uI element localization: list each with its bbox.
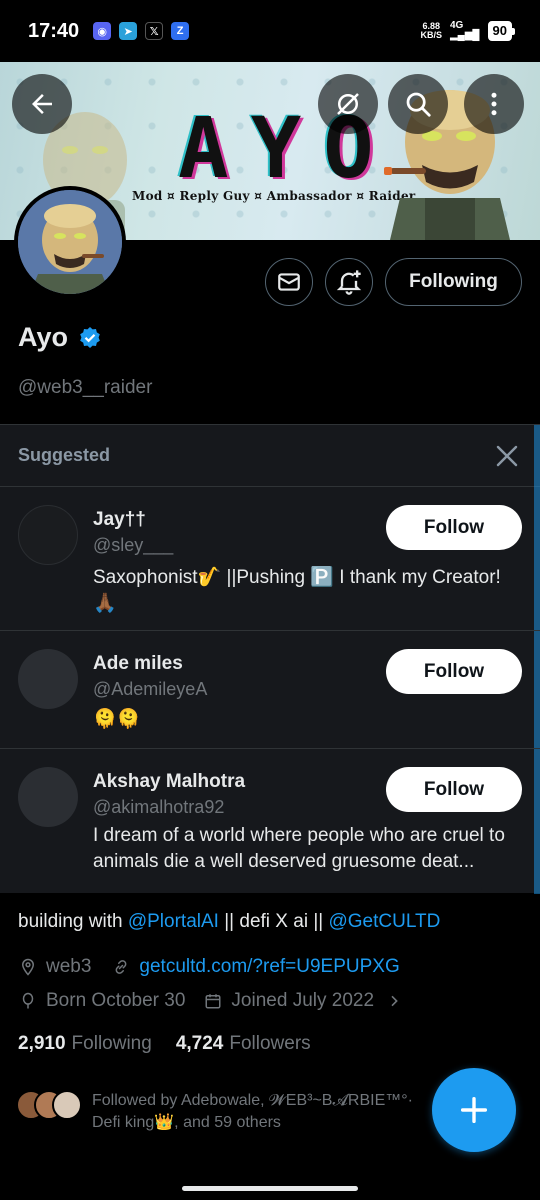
website-link[interactable]: getcultd.com/?ref=U9EPUPXG bbox=[139, 956, 399, 978]
zoom-icon: Z bbox=[171, 22, 190, 40]
suggested-panel: Suggested Jay†† @sley___ Saxophonist🎷 ||… bbox=[0, 424, 540, 894]
system-indicators: 6.88 KB/S 4G ▂▄▆█ 90 bbox=[420, 20, 516, 41]
telegram-icon: ➤ bbox=[119, 22, 138, 40]
location-text: web3 bbox=[46, 956, 92, 977]
arrow-left-icon bbox=[32, 94, 52, 114]
profile-meta-row-1: web3 getcultd.com/?ref=U9EPUPXG bbox=[18, 956, 400, 978]
dismiss-suggested-button[interactable] bbox=[492, 441, 522, 471]
suggested-user-avatar[interactable] bbox=[18, 767, 78, 827]
search-button[interactable] bbox=[388, 74, 448, 134]
suggested-user-bio: Saxophonist🎷 ||Pushing 🅿️ I thank my Cre… bbox=[93, 567, 501, 614]
clock: 17:40 bbox=[28, 19, 80, 42]
suggested-user-name[interactable]: Jay†† bbox=[93, 509, 146, 531]
more-vertical-icon bbox=[491, 92, 497, 116]
followed-by-text[interactable]: Followed by Adebowale, 𝓦EB³~B𝓐RBIE™°· De… bbox=[92, 1090, 452, 1134]
search-icon bbox=[406, 92, 431, 117]
suggested-header: Suggested bbox=[0, 425, 540, 487]
followed-by-line-1: Followed by Adebowale, 𝓦EB³~B𝓐RBIE™°· bbox=[92, 1092, 413, 1109]
link-icon bbox=[111, 957, 131, 977]
suggested-user-item[interactable]: Ade miles @AdemileyeA 🫠🫠 Follow bbox=[0, 631, 540, 749]
close-icon bbox=[496, 445, 518, 466]
suggested-user-item[interactable]: Jay†† @sley___ Saxophonist🎷 ||Pushing 🅿️… bbox=[0, 487, 540, 631]
back-button[interactable] bbox=[12, 74, 72, 134]
display-name: Ayo bbox=[18, 322, 69, 352]
profile-name: Ayo bbox=[18, 322, 102, 353]
profile-handle: @web3__raider bbox=[18, 377, 153, 398]
followers-count-link[interactable]: 4,724 Followers bbox=[176, 1033, 311, 1055]
suggested-user-bio: I dream of a world where people who are … bbox=[93, 825, 505, 872]
suggested-user-handle: @sley___ bbox=[93, 535, 174, 555]
plus-icon bbox=[460, 1096, 488, 1124]
status-bar: 17:40 ◉ ➤ 𝕏 Z 6.88 KB/S 4G ▂▄▆█ 90 bbox=[0, 0, 540, 62]
discord-icon: ◉ bbox=[93, 22, 112, 40]
follow-counts: 2,910 Following 4,724 Followers bbox=[18, 1033, 311, 1055]
followed-by-avatars[interactable] bbox=[16, 1090, 82, 1120]
compose-post-button[interactable] bbox=[432, 1068, 516, 1152]
birth-date: Born October 30 bbox=[46, 990, 186, 1011]
suggested-user-name[interactable]: Ade miles bbox=[93, 653, 183, 675]
followed-by-line-2: Defi king👑, and 59 others bbox=[92, 1114, 281, 1131]
battery-indicator: 90 bbox=[487, 21, 516, 41]
bio-text: building with bbox=[18, 911, 128, 932]
verified-badge-icon bbox=[80, 326, 100, 348]
balloon-icon bbox=[18, 991, 38, 1011]
avatar-image bbox=[18, 190, 122, 294]
profile-tabs-partial bbox=[0, 1168, 540, 1200]
more-options-button[interactable] bbox=[464, 74, 524, 134]
home-indicator[interactable] bbox=[182, 1186, 358, 1191]
notifications-button[interactable] bbox=[325, 258, 373, 306]
follow-button[interactable]: Follow bbox=[386, 505, 522, 550]
follow-button[interactable]: Follow bbox=[386, 767, 522, 812]
grok-button[interactable] bbox=[318, 74, 378, 134]
bio-mention-getcultd[interactable]: @GetCULTD bbox=[328, 911, 440, 932]
profile-bio: building with @PlortalAI || defi X ai ||… bbox=[18, 911, 440, 933]
bell-plus-icon bbox=[336, 270, 362, 295]
following-count-link[interactable]: 2,910 Following bbox=[18, 1033, 152, 1055]
follow-button[interactable]: Follow bbox=[386, 649, 522, 694]
signal-icon: 4G ▂▄▆█ bbox=[449, 20, 480, 41]
suggested-user-handle: @akimalhotra92 bbox=[93, 797, 225, 817]
message-button[interactable] bbox=[265, 258, 313, 306]
suggested-user-item[interactable]: Akshay Malhotra @akimalhotra92 I dream o… bbox=[0, 749, 540, 893]
grok-icon bbox=[337, 93, 359, 115]
suggested-user-bio: 🫠🫠 bbox=[93, 709, 141, 730]
profile-avatar[interactable] bbox=[14, 186, 126, 298]
notification-icons: ◉ ➤ 𝕏 Z bbox=[93, 22, 190, 40]
envelope-icon bbox=[278, 273, 300, 291]
bio-text: || defi X ai || bbox=[218, 911, 329, 932]
avatar bbox=[52, 1090, 82, 1120]
suggested-title: Suggested bbox=[18, 445, 111, 465]
bio-mention-plortalai[interactable]: @PlortalAI bbox=[128, 911, 219, 932]
calendar-icon bbox=[203, 991, 223, 1011]
suggested-user-avatar[interactable] bbox=[18, 505, 78, 565]
chevron-right-icon[interactable] bbox=[384, 991, 404, 1011]
x-app-icon: 𝕏 bbox=[145, 22, 164, 40]
suggested-user-name[interactable]: Akshay Malhotra bbox=[93, 771, 245, 793]
net-speed: 6.88 KB/S bbox=[420, 21, 442, 40]
following-button[interactable]: Following bbox=[385, 258, 522, 306]
profile-meta-row-2: Born October 30 Joined July 2022 bbox=[18, 990, 412, 1012]
location-pin-icon bbox=[18, 957, 38, 977]
suggested-user-handle: @AdemileyeA bbox=[93, 679, 208, 699]
suggested-user-avatar[interactable] bbox=[18, 649, 78, 709]
join-date: Joined July 2022 bbox=[231, 990, 375, 1011]
